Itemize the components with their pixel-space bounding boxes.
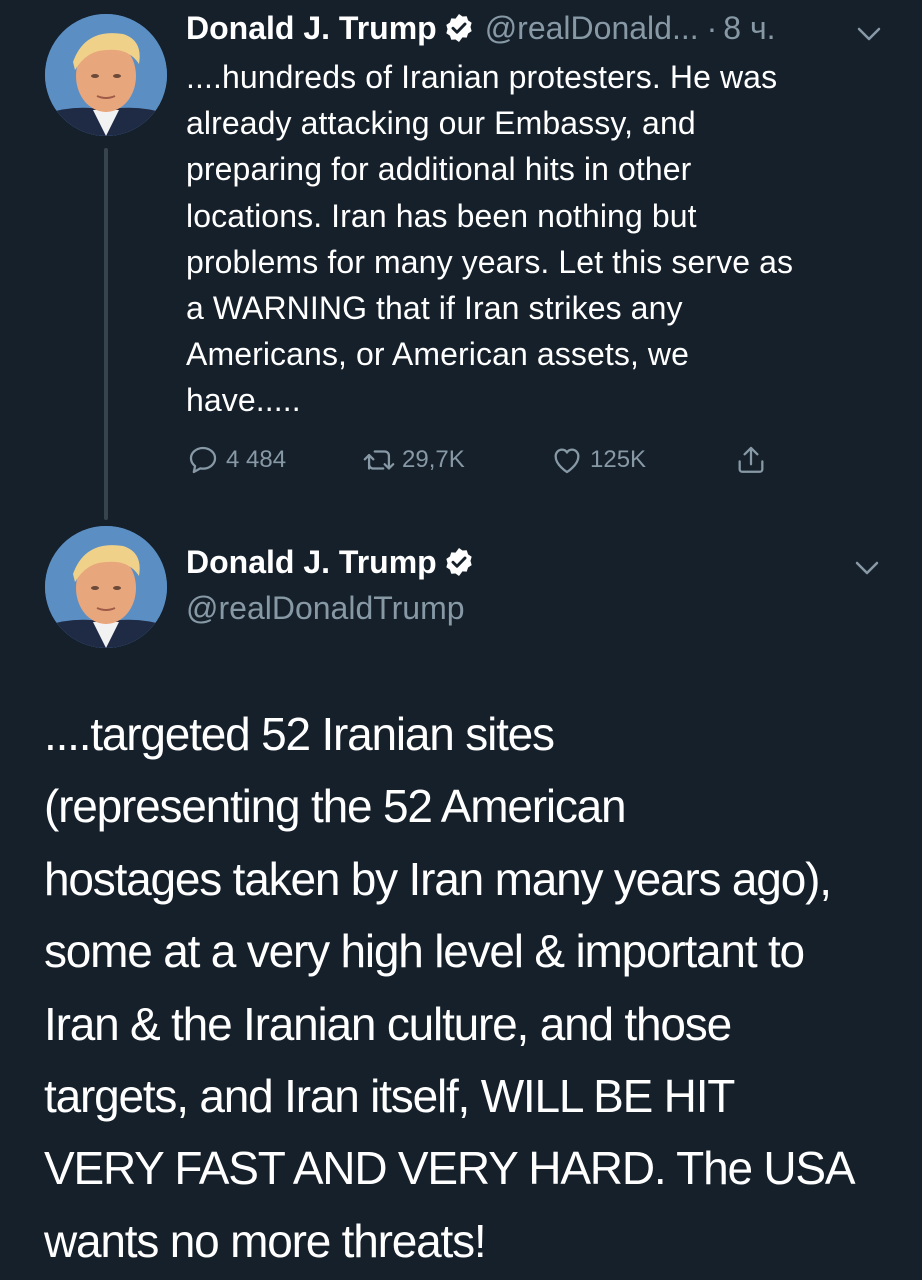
avatar-portrait [45,526,167,648]
separator-dot: · [706,10,718,46]
timestamp[interactable]: 8 ч. [723,8,775,48]
tweet-text: ....targeted 52 Iranian sites (represent… [44,708,856,1267]
like-icon [554,448,580,474]
tweet1-header: Donald J. Trump @realDonald... · 8 ч. [186,8,776,48]
display-name[interactable]: Donald J. Trump [186,8,437,48]
like-count: 125K [590,446,647,473]
reply-count: 4 484 [226,446,287,473]
reply-icon [189,446,217,474]
tweet2-header: Donald J. Trump [186,542,475,582]
retweet-count: 29,7K [402,446,465,473]
avatar[interactable] [45,14,167,136]
handle[interactable]: @realDonaldTrump [186,588,465,628]
verified-badge-icon [446,14,472,42]
tweet-text: ....hundreds of Iranian protesters. He w… [186,59,794,419]
tweet-actions: 4 484 29,7K 125K [186,437,786,483]
avatar-portrait [45,14,167,136]
share-icon [738,446,764,473]
thread-connector-line [104,148,108,520]
like-button[interactable]: 125K [550,437,646,483]
verified-badge-icon [446,548,472,576]
retweet-icon [363,450,395,470]
display-name[interactable]: Donald J. Trump [186,542,437,582]
chevron-down-icon[interactable] [856,26,882,42]
chevron-down-icon[interactable] [854,560,880,576]
share-button[interactable] [734,437,768,483]
retweet-button[interactable]: 29,7K [362,437,465,483]
reply-button[interactable]: 4 484 [186,437,286,483]
avatar[interactable] [45,526,167,648]
handle[interactable]: @realDonald... [485,8,699,48]
